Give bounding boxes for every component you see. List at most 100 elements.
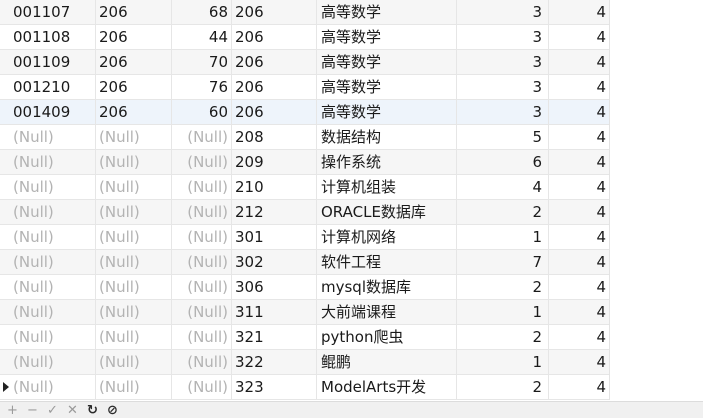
cell-col7[interactable]: 4 xyxy=(549,75,609,99)
table-row[interactable]: (Null) (Null) (Null) 302 软件工程 7 4 xyxy=(0,250,609,275)
refresh-icon[interactable]: ↻ xyxy=(87,404,98,417)
cell-col2[interactable]: (Null) xyxy=(96,375,172,399)
cell-col5[interactable]: 大前端课程 xyxy=(317,300,457,324)
cell-col5[interactable]: 计算机组装 xyxy=(317,175,457,199)
cell-col7[interactable]: 4 xyxy=(549,350,609,374)
cell-col1[interactable]: 001210 xyxy=(0,75,96,99)
cell-col3[interactable]: 60 xyxy=(172,100,232,124)
cell-col6[interactable]: 2 xyxy=(457,375,549,399)
cell-col3[interactable]: (Null) xyxy=(172,325,232,349)
cell-col1[interactable]: 001107 xyxy=(0,0,96,24)
cell-col1[interactable]: 001108 xyxy=(0,25,96,49)
cell-col2[interactable]: (Null) xyxy=(96,300,172,324)
table-row[interactable]: (Null) (Null) (Null) 321 python爬虫 2 4 xyxy=(0,325,609,350)
table-row[interactable]: 001108 206 44 206 高等数学 3 4 xyxy=(0,25,609,50)
cell-col6[interactable]: 3 xyxy=(457,25,549,49)
cell-col1[interactable]: (Null) xyxy=(0,175,96,199)
cell-col2[interactable]: (Null) xyxy=(96,200,172,224)
cell-col6[interactable]: 2 xyxy=(457,200,549,224)
cell-col4[interactable]: 323 xyxy=(232,375,317,399)
cell-col4[interactable]: 321 xyxy=(232,325,317,349)
cell-col6[interactable]: 3 xyxy=(457,75,549,99)
cell-col6[interactable]: 1 xyxy=(457,350,549,374)
cell-col2[interactable]: (Null) xyxy=(96,350,172,374)
stop-icon[interactable]: ⊘ xyxy=(107,404,118,417)
cell-col3[interactable]: (Null) xyxy=(172,375,232,399)
cell-col1[interactable]: (Null) xyxy=(0,375,96,399)
cell-col7[interactable]: 4 xyxy=(549,200,609,224)
cell-col4[interactable]: 206 xyxy=(232,0,317,24)
cell-col5[interactable]: mysql数据库 xyxy=(317,275,457,299)
cell-col7[interactable]: 4 xyxy=(549,175,609,199)
cell-col2[interactable]: (Null) xyxy=(96,275,172,299)
cell-col1[interactable]: 001109 xyxy=(0,50,96,74)
cell-col6[interactable]: 3 xyxy=(457,100,549,124)
cell-col3[interactable]: (Null) xyxy=(172,225,232,249)
cell-col4[interactable]: 206 xyxy=(232,100,317,124)
cell-col5[interactable]: 高等数学 xyxy=(317,75,457,99)
cell-col6[interactable]: 4 xyxy=(457,175,549,199)
cell-col5[interactable]: 高等数学 xyxy=(317,50,457,74)
cell-col3[interactable]: (Null) xyxy=(172,350,232,374)
cell-col3[interactable]: 76 xyxy=(172,75,232,99)
cell-col2[interactable]: 206 xyxy=(96,100,172,124)
apply-changes-icon[interactable]: ✓ xyxy=(47,404,58,417)
table-row[interactable]: (Null) (Null) (Null) 212 ORACLE数据库 2 4 xyxy=(0,200,609,225)
cell-col1[interactable]: (Null) xyxy=(0,350,96,374)
cell-col6[interactable]: 7 xyxy=(457,250,549,274)
table-row[interactable]: (Null) (Null) (Null) 323 ModelArts开发 2 4 xyxy=(0,375,609,400)
discard-changes-icon[interactable]: ✕ xyxy=(67,404,78,417)
cell-col3[interactable]: 70 xyxy=(172,50,232,74)
cell-col2[interactable]: 206 xyxy=(96,50,172,74)
cell-col5[interactable]: 高等数学 xyxy=(317,100,457,124)
cell-col5[interactable]: python爬虫 xyxy=(317,325,457,349)
cell-col3[interactable]: (Null) xyxy=(172,200,232,224)
delete-record-icon[interactable]: − xyxy=(27,404,38,417)
table-row[interactable]: 001210 206 76 206 高等数学 3 4 xyxy=(0,75,609,100)
cell-col6[interactable]: 2 xyxy=(457,275,549,299)
cell-col4[interactable]: 322 xyxy=(232,350,317,374)
cell-col7[interactable]: 4 xyxy=(549,125,609,149)
cell-col7[interactable]: 4 xyxy=(549,250,609,274)
cell-col7[interactable]: 4 xyxy=(549,0,609,24)
cell-col2[interactable]: 206 xyxy=(96,75,172,99)
cell-col1[interactable]: (Null) xyxy=(0,200,96,224)
cell-col1[interactable]: (Null) xyxy=(0,225,96,249)
cell-col3[interactable]: (Null) xyxy=(172,150,232,174)
table-row[interactable]: (Null) (Null) (Null) 301 计算机网络 1 4 xyxy=(0,225,609,250)
cell-col4[interactable]: 212 xyxy=(232,200,317,224)
cell-col1[interactable]: (Null) xyxy=(0,325,96,349)
table-row[interactable]: (Null) (Null) (Null) 311 大前端课程 1 4 xyxy=(0,300,609,325)
cell-col7[interactable]: 4 xyxy=(549,50,609,74)
cell-col6[interactable]: 1 xyxy=(457,225,549,249)
cell-col2[interactable]: (Null) xyxy=(96,225,172,249)
cell-col4[interactable]: 311 xyxy=(232,300,317,324)
cell-col2[interactable]: (Null) xyxy=(96,125,172,149)
cell-col3[interactable]: (Null) xyxy=(172,275,232,299)
cell-col1[interactable]: (Null) xyxy=(0,150,96,174)
cell-col3[interactable]: (Null) xyxy=(172,300,232,324)
cell-col3[interactable]: (Null) xyxy=(172,250,232,274)
cell-col7[interactable]: 4 xyxy=(549,100,609,124)
cell-col5[interactable]: 数据结构 xyxy=(317,125,457,149)
cell-col6[interactable]: 2 xyxy=(457,325,549,349)
cell-col7[interactable]: 4 xyxy=(549,150,609,174)
cell-col3[interactable]: 44 xyxy=(172,25,232,49)
table-row[interactable]: 001107 206 68 206 高等数学 3 4 xyxy=(0,0,609,25)
cell-col4[interactable]: 209 xyxy=(232,150,317,174)
cell-col1[interactable]: (Null) xyxy=(0,275,96,299)
cell-col1[interactable]: (Null) xyxy=(0,125,96,149)
cell-col2[interactable]: (Null) xyxy=(96,150,172,174)
add-record-icon[interactable]: + xyxy=(7,404,18,417)
cell-col7[interactable]: 4 xyxy=(549,375,609,399)
cell-col4[interactable]: 206 xyxy=(232,75,317,99)
cell-col2[interactable]: (Null) xyxy=(96,325,172,349)
cell-col5[interactable]: 计算机网络 xyxy=(317,225,457,249)
cell-col5[interactable]: 软件工程 xyxy=(317,250,457,274)
cell-col7[interactable]: 4 xyxy=(549,225,609,249)
table-row[interactable]: 001109 206 70 206 高等数学 3 4 xyxy=(0,50,609,75)
table-row[interactable]: 001409 206 60 206 高等数学 3 4 xyxy=(0,100,609,125)
cell-col7[interactable]: 4 xyxy=(549,325,609,349)
cell-col4[interactable]: 210 xyxy=(232,175,317,199)
cell-col7[interactable]: 4 xyxy=(549,300,609,324)
